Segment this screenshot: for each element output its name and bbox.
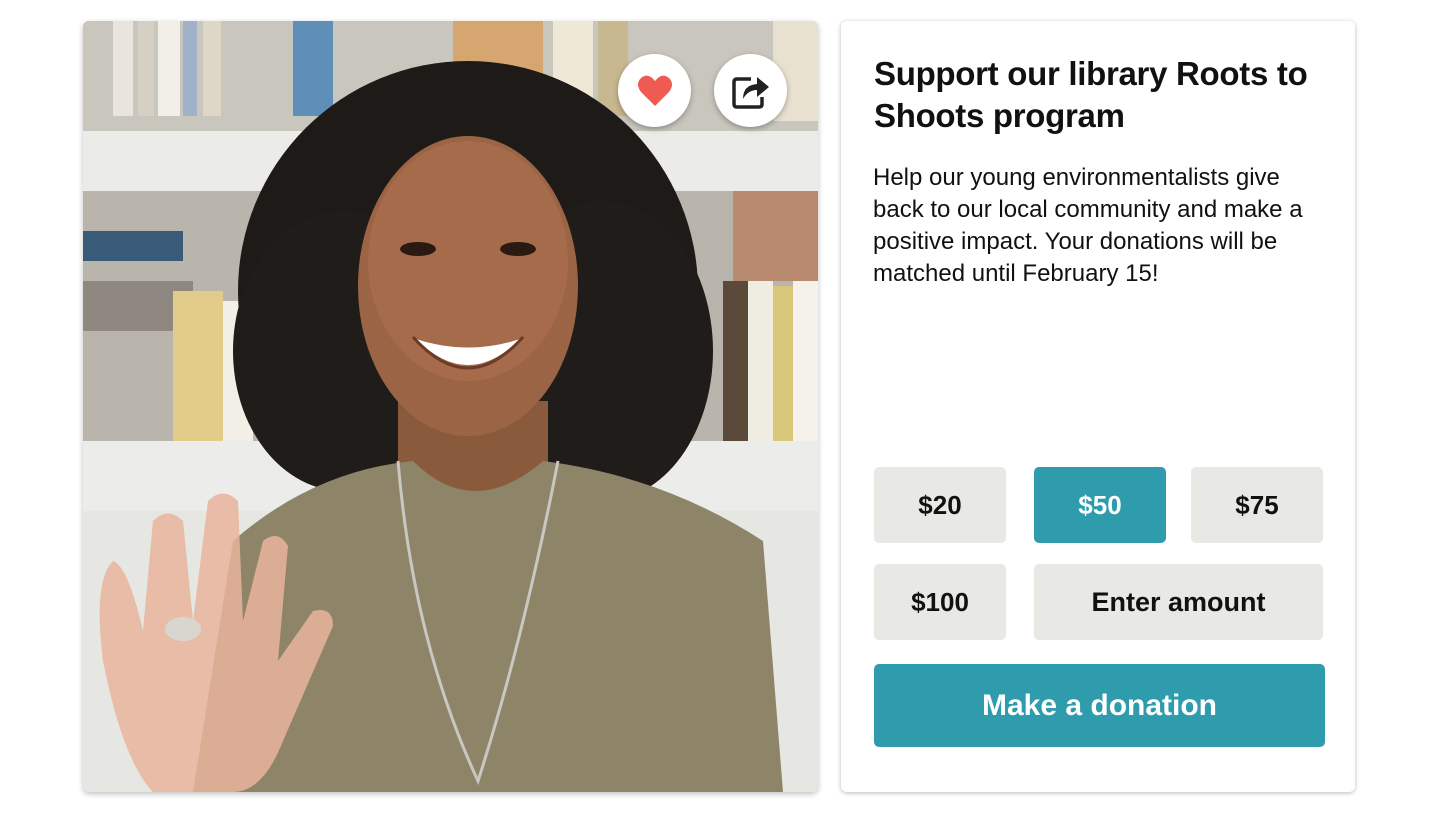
- campaign-info-card: Support our library Roots to Shoots prog…: [841, 21, 1355, 792]
- campaign-title: Support our library Roots to Shoots prog…: [874, 55, 1308, 134]
- campaign-description: Help our young environmentalists give ba…: [873, 164, 1303, 287]
- amount-100-button[interactable]: $100: [874, 564, 1006, 640]
- amount-50-button[interactable]: $50: [1034, 467, 1166, 543]
- campaign-photo-card: [83, 21, 818, 792]
- amount-75-button[interactable]: $75: [1191, 467, 1323, 543]
- share-button[interactable]: [714, 54, 787, 127]
- amount-20-button[interactable]: $20: [874, 467, 1006, 543]
- heart-icon: [637, 75, 672, 106]
- campaign-photo: [83, 21, 818, 792]
- make-donation-button[interactable]: Make a donation: [874, 664, 1325, 747]
- share-icon: [731, 76, 769, 109]
- like-button[interactable]: [618, 54, 691, 127]
- donation-widget: Support our library Roots to Shoots prog…: [0, 0, 1440, 821]
- custom-amount-button[interactable]: Enter amount: [1034, 564, 1323, 640]
